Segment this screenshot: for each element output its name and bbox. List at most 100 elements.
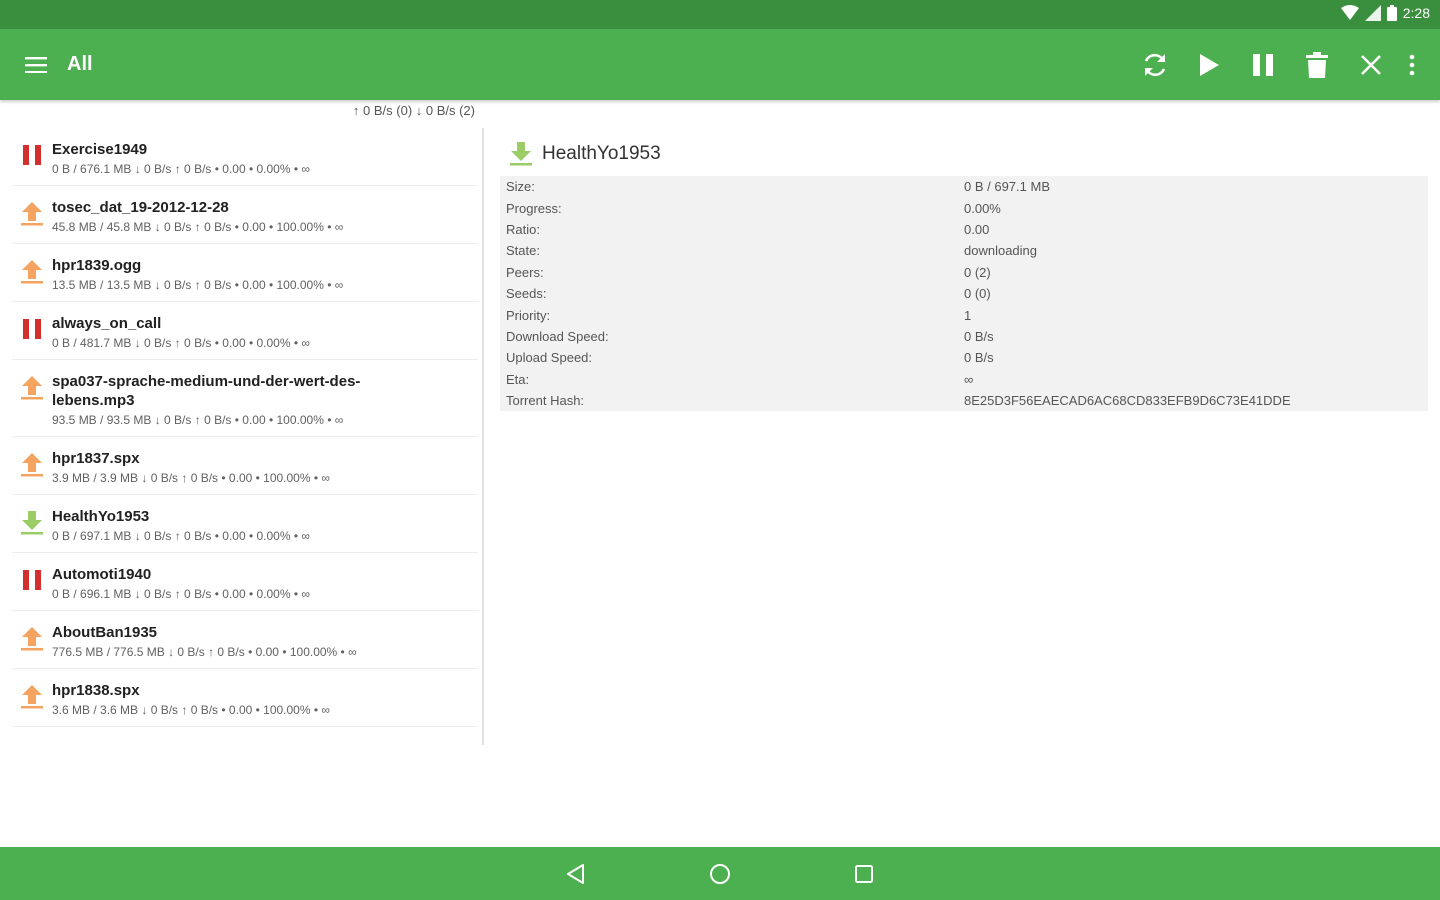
downloading-status-icon <box>21 511 43 535</box>
remove-button[interactable] <box>1344 46 1398 84</box>
paused-status-icon <box>23 145 41 165</box>
refresh-button[interactable] <box>1128 46 1182 84</box>
torrent-status <box>12 314 52 340</box>
property-row: Eta: ∞ <box>500 369 1428 390</box>
overflow-menu-button[interactable] <box>1398 46 1426 84</box>
torrent-list-item[interactable]: spa037-sprache-medium-und-der-wert-des-l… <box>12 360 478 437</box>
torrent-info: Exercise1949 0 B / 676.1 MB ↓ 0 B/s ↑ 0 B… <box>52 140 478 177</box>
wifi-icon <box>1340 5 1359 20</box>
recents-square-icon <box>855 865 873 883</box>
property-value: 0.00% <box>964 200 1001 216</box>
torrent-status <box>12 623 52 651</box>
property-value: 0 B/s <box>964 328 994 344</box>
seeding-status-icon <box>21 202 43 226</box>
torrent-meta: 0 B / 676.1 MB ↓ 0 B/s ↑ 0 B/s • 0.00 • … <box>52 162 310 176</box>
recents-button[interactable] <box>848 859 880 889</box>
property-value: 8E25D3F56EAECAD6AC68CD833EFB9D6C73E41DDE <box>964 393 1291 409</box>
property-key: Progress: <box>506 200 562 216</box>
torrent-meta: 0 B / 696.1 MB ↓ 0 B/s ↑ 0 B/s • 0.00 • … <box>52 587 310 601</box>
torrent-name: hpr1837.spx <box>52 450 140 467</box>
torrent-info: spa037-sprache-medium-und-der-wert-des-l… <box>52 372 478 428</box>
torrent-info: tosec_dat_19-2012-12-28 45.8 MB / 45.8 MB… <box>52 198 478 235</box>
download-arrow-icon <box>510 142 532 166</box>
property-value: 0 (2) <box>964 264 991 280</box>
paused-status-icon <box>23 319 41 339</box>
torrent-info: hpr1836.ogg33.2 MB / 33.2 MB ↓ 0 B/s ↑ 0… <box>52 739 478 740</box>
torrent-meta: 776.5 MB / 776.5 MB ↓ 0 B/s ↑ 0 B/s • 0.… <box>52 645 357 659</box>
property-value: 1 <box>964 307 972 323</box>
property-row: Seeds: 0 (0) <box>500 283 1428 304</box>
torrent-name: AboutBan1935 <box>52 624 158 641</box>
torrent-name: Exercise1949 <box>52 141 148 158</box>
torrent-list-item[interactable]: hpr1836.ogg33.2 MB / 33.2 MB ↓ 0 B/s ↑ 0… <box>12 727 478 740</box>
torrent-info: hpr1839.ogg 13.5 MB / 13.5 MB ↓ 0 B/s ↑ 0… <box>52 256 478 293</box>
torrent-meta: 0 B / 481.7 MB ↓ 0 B/s ↑ 0 B/s • 0.00 • … <box>52 336 310 350</box>
seeding-status-icon <box>21 685 43 709</box>
torrent-name: tosec_dat_19-2012-12-28 <box>52 199 229 216</box>
torrent-status <box>12 739 52 740</box>
detail-header: HealthYo1953 <box>500 138 1430 170</box>
signal-icon <box>1364 5 1381 21</box>
paused-status-icon <box>23 570 41 590</box>
torrent-meta: 13.5 MB / 13.5 MB ↓ 0 B/s ↑ 0 B/s • 0.00… <box>52 278 344 292</box>
property-value: downloading <box>964 243 1038 259</box>
property-key: Ratio: <box>506 221 540 237</box>
trash-icon <box>1306 52 1328 78</box>
property-key: Size: <box>506 179 535 195</box>
property-value: 0 B / 697.1 MB <box>964 179 1050 195</box>
property-key: Eta: <box>506 371 530 387</box>
menu-button[interactable] <box>18 48 54 82</box>
home-button[interactable] <box>704 859 736 889</box>
torrent-list-item[interactable]: AboutBan1935 776.5 MB / 776.5 MB ↓ 0 B/s … <box>12 611 478 669</box>
torrent-name: HealthYo1953 <box>52 508 150 525</box>
battery-icon <box>1386 5 1397 21</box>
torrent-status <box>12 140 52 166</box>
hamburger-menu-icon <box>25 57 47 73</box>
property-row: Size: 0 B / 697.1 MB <box>500 176 1428 197</box>
torrent-list-item[interactable]: hpr1839.ogg 13.5 MB / 13.5 MB ↓ 0 B/s ↑ 0… <box>12 244 478 302</box>
torrent-list-item[interactable]: Automoti1940 0 B / 696.1 MB ↓ 0 B/s ↑ 0 B… <box>12 553 478 611</box>
pause-button[interactable] <box>1236 46 1290 84</box>
torrent-list-item[interactable]: hpr1837.spx 3.9 MB / 3.9 MB ↓ 0 B/s ↑ 0 B… <box>12 437 478 495</box>
back-button[interactable] <box>560 859 592 889</box>
property-key: Torrent Hash: <box>506 393 585 409</box>
property-row: Priority: 1 <box>500 304 1428 325</box>
property-value: 0 (0) <box>964 286 991 302</box>
torrent-info: hpr1838.spx 3.6 MB / 3.6 MB ↓ 0 B/s ↑ 0 B… <box>52 681 478 718</box>
app-bar: All <box>0 29 1440 100</box>
torrent-list-item[interactable]: tosec_dat_19-2012-12-28 45.8 MB / 45.8 MB… <box>12 186 478 244</box>
torrent-meta: 45.8 MB / 45.8 MB ↓ 0 B/s ↑ 0 B/s • 0.00… <box>52 220 344 234</box>
home-circle-icon <box>710 864 730 884</box>
property-key: State: <box>506 243 540 259</box>
torrent-list-item[interactable]: HealthYo1953 0 B / 697.1 MB ↓ 0 B/s ↑ 0 B… <box>12 495 478 553</box>
torrent-status <box>12 372 52 400</box>
detail-title: HealthYo1953 <box>542 143 661 164</box>
torrent-list-item[interactable]: Exercise1949 0 B / 676.1 MB ↓ 0 B/s ↑ 0 B… <box>12 128 478 186</box>
property-key: Priority: <box>506 307 551 323</box>
more-vertical-icon <box>1409 54 1415 76</box>
seeding-status-icon <box>21 627 43 651</box>
torrent-name: hpr1838.spx <box>52 682 140 699</box>
torrent-name: spa037-sprache-medium-und-der-wert-des-l… <box>52 373 361 409</box>
toolbar-actions <box>1128 46 1426 84</box>
resume-button[interactable] <box>1182 46 1236 84</box>
navigation-bar <box>0 847 1440 900</box>
delete-button[interactable] <box>1290 46 1344 84</box>
property-key: Download Speed: <box>506 328 609 344</box>
torrent-list-item[interactable]: hpr1838.spx 3.6 MB / 3.6 MB ↓ 0 B/s ↑ 0 B… <box>12 669 478 727</box>
torrent-meta: 0 B / 697.1 MB ↓ 0 B/s ↑ 0 B/s • 0.00 • … <box>52 529 310 543</box>
property-value: 0.00 <box>964 221 990 237</box>
torrent-status <box>12 681 52 709</box>
seeding-status-icon <box>21 453 43 477</box>
torrent-meta: 3.9 MB / 3.9 MB ↓ 0 B/s ↑ 0 B/s • 0.00 •… <box>52 471 330 485</box>
property-row: Progress: 0.00% <box>500 197 1428 218</box>
seeding-status-icon <box>21 260 43 284</box>
torrent-list-item[interactable]: always_on_call 0 B / 481.7 MB ↓ 0 B/s ↑ 0… <box>12 302 478 360</box>
torrent-name: hpr1839.ogg <box>52 257 142 274</box>
torrent-name: always_on_call <box>52 315 162 332</box>
property-value: 0 B/s <box>964 350 994 366</box>
torrent-info: HealthYo1953 0 B / 697.1 MB ↓ 0 B/s ↑ 0 B… <box>52 507 478 544</box>
pause-icon <box>1253 54 1273 76</box>
torrent-meta: 3.6 MB / 3.6 MB ↓ 0 B/s ↑ 0 B/s • 0.00 •… <box>52 703 330 717</box>
property-row: Upload Speed: 0 B/s <box>500 347 1428 368</box>
